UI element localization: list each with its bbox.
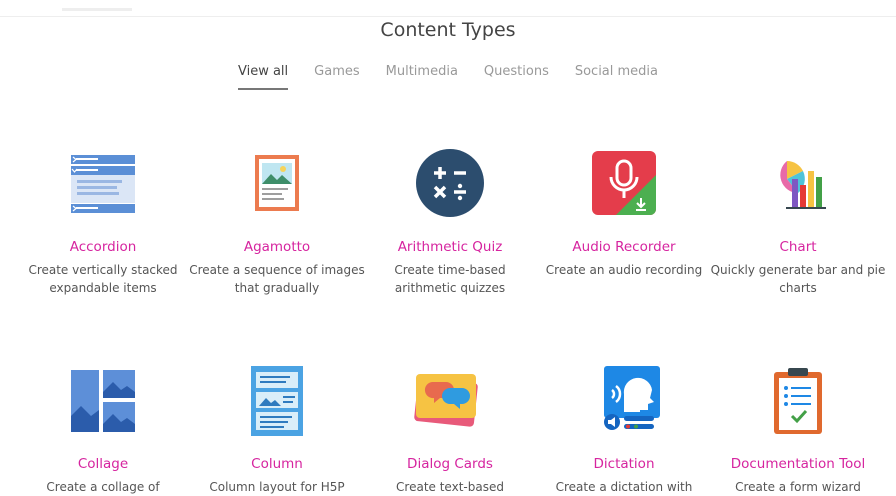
content-type-name[interactable]: Dictation xyxy=(536,456,712,472)
category-tabs: View all Games Multimedia Questions Soci… xyxy=(0,64,896,90)
content-type-card-audio-recorder[interactable]: Audio Recorder Create an audio recording xyxy=(536,147,712,279)
content-type-description: Create text-based xyxy=(396,480,504,494)
content-type-description: Column layout for H5P xyxy=(209,480,345,494)
content-type-name[interactable]: Accordion xyxy=(15,239,191,255)
arithmetic-quiz-icon xyxy=(416,149,484,217)
content-type-card-chart[interactable]: Chart Quickly generate bar and pie chart… xyxy=(710,147,886,297)
agamotto-icon xyxy=(255,155,299,211)
content-type-description: Create a collage of xyxy=(46,480,160,494)
audio-recorder-icon xyxy=(592,151,656,215)
collage-icon xyxy=(71,370,135,432)
content-type-card-agamotto[interactable]: Agamotto Create a sequence of images tha… xyxy=(189,147,365,297)
content-type-description: Create a sequence of images that gradual… xyxy=(189,263,365,295)
content-type-name[interactable]: Documentation Tool xyxy=(710,456,886,472)
dialog-cards-icon xyxy=(414,374,478,427)
content-type-description: Create vertically stacked expandable ite… xyxy=(28,263,178,295)
content-type-card-arithmetic-quiz[interactable]: Arithmetic Quiz Create time-based arithm… xyxy=(362,147,538,297)
tab-questions[interactable]: Questions xyxy=(484,64,549,90)
content-type-description: Create a form wizard xyxy=(735,480,861,494)
content-type-name[interactable]: Arithmetic Quiz xyxy=(362,239,538,255)
content-type-card-column[interactable]: Column Column layout for H5P xyxy=(189,364,365,496)
content-type-description: Create an audio recording xyxy=(545,263,703,277)
top-bar-mark xyxy=(62,8,132,11)
page-title: Content Types xyxy=(380,19,516,41)
accordion-icon xyxy=(71,155,135,213)
content-type-name[interactable]: Collage xyxy=(15,456,191,472)
tab-social-media[interactable]: Social media xyxy=(575,64,658,90)
content-type-card-documentation-tool[interactable]: Documentation Tool Create a form wizard xyxy=(710,364,886,496)
content-type-card-dialog-cards[interactable]: Dialog Cards Create text-based xyxy=(362,364,538,496)
column-icon xyxy=(251,366,303,436)
chart-icon xyxy=(780,161,826,209)
documentation-tool-icon xyxy=(774,368,822,434)
content-type-name[interactable]: Dialog Cards xyxy=(362,456,538,472)
content-type-description: Create time-based arithmetic quizzes xyxy=(394,263,506,295)
content-type-name[interactable]: Chart xyxy=(710,239,886,255)
content-type-card-collage[interactable]: Collage Create a collage of xyxy=(15,364,191,496)
content-type-description: Create a dictation with xyxy=(555,480,693,494)
tab-multimedia[interactable]: Multimedia xyxy=(386,64,458,90)
content-type-card-accordion[interactable]: Accordion Create vertically stacked expa… xyxy=(15,147,191,297)
content-type-card-dictation[interactable]: Dictation Create a dictation with xyxy=(536,364,712,496)
dictation-icon xyxy=(604,366,660,430)
content-type-description: Quickly generate bar and pie charts xyxy=(710,263,886,295)
content-type-name[interactable]: Audio Recorder xyxy=(536,239,712,255)
content-type-name[interactable]: Agamotto xyxy=(189,239,365,255)
tab-games[interactable]: Games xyxy=(314,64,359,90)
content-type-name[interactable]: Column xyxy=(189,456,365,472)
top-divider xyxy=(0,16,896,17)
tab-view-all[interactable]: View all xyxy=(237,64,289,90)
